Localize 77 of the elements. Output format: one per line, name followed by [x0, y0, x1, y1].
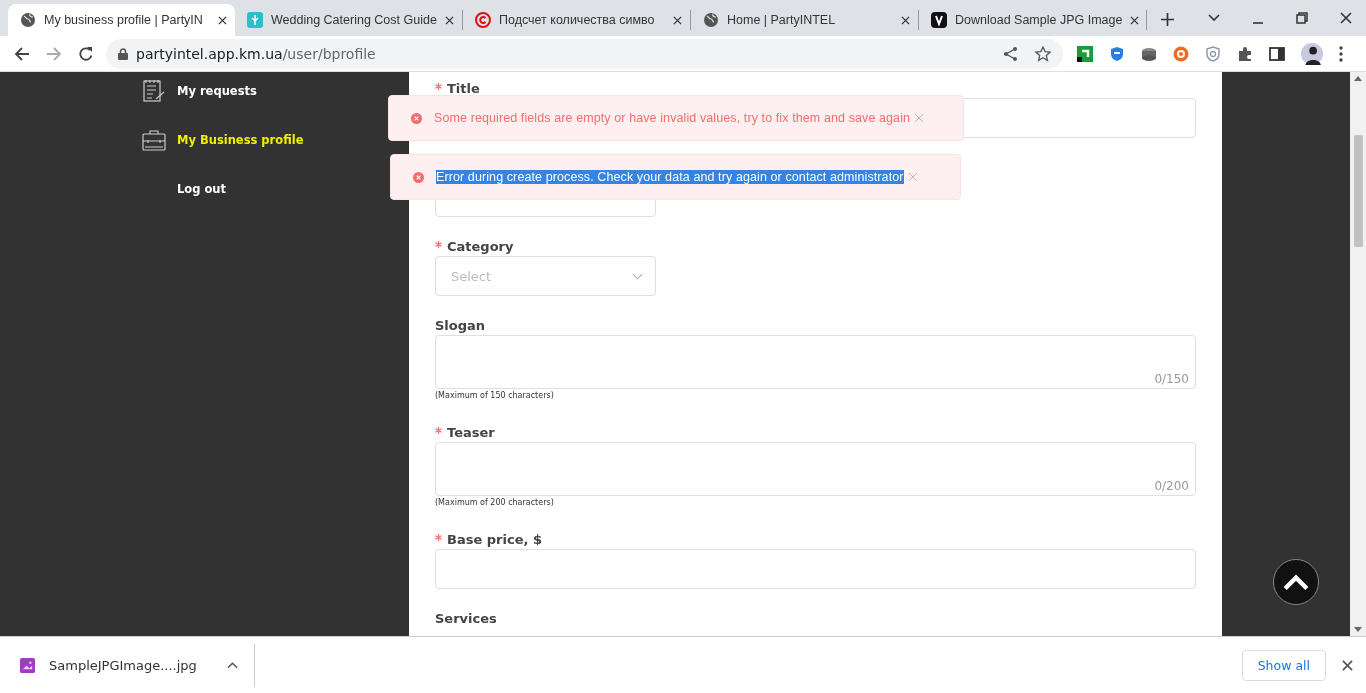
image-file-icon — [20, 657, 35, 673]
more-icon[interactable] — [1339, 45, 1343, 62]
character-counter: 0/200 — [1154, 479, 1189, 493]
field-label: Slogan — [435, 317, 486, 333]
sidebar-item[interactable]: Log out — [142, 174, 227, 203]
tab-title: Подсчет количества симво — [499, 13, 656, 27]
browser-tab[interactable]: My business profile | PartyIN — [8, 4, 235, 36]
download-item[interactable]: SampleJPGImage....jpg — [0, 657, 254, 673]
field-label: Category — [447, 238, 514, 254]
field-label: Title — [447, 80, 480, 96]
globe-icon — [20, 12, 36, 28]
scroll-to-top-button[interactable] — [1273, 559, 1319, 605]
back-arrow-icon[interactable] — [14, 45, 30, 62]
field-label: Services — [435, 610, 497, 626]
close-icon[interactable] — [445, 15, 454, 25]
shield-icon[interactable] — [1205, 45, 1221, 62]
scrollbar[interactable] — [1350, 72, 1366, 636]
restore-icon[interactable] — [1296, 12, 1308, 24]
required-asterisk-icon — [435, 533, 442, 541]
error-message: Error during create process. Check your data and try again or contact administrator — [436, 170, 904, 184]
lock-icon — [118, 47, 128, 60]
sidebar-icon[interactable] — [1269, 45, 1285, 62]
required-asterisk-icon — [435, 426, 442, 434]
layers-icon[interactable] — [1141, 45, 1157, 62]
caret-up-icon[interactable] — [226, 661, 238, 669]
error-icon — [411, 112, 422, 124]
puzzle-icon[interactable] — [1237, 45, 1253, 62]
star-icon[interactable] — [1035, 45, 1051, 62]
plus-icon[interactable] — [1161, 13, 1174, 26]
tab-title: Wedding Catering Cost Guide — [271, 13, 437, 27]
required-asterisk-icon — [435, 82, 442, 90]
scroll-down-icon[interactable] — [1354, 627, 1362, 632]
close-icon[interactable] — [1130, 15, 1140, 25]
scrollbar-thumb[interactable] — [1353, 135, 1363, 247]
address-bar[interactable]: partyintel.app.km.ua/user/bprofile — [106, 38, 1063, 69]
tab-title: My business profile | PartyIN — [44, 13, 204, 27]
text-field[interactable] — [435, 549, 1196, 589]
tab-title: Download Sample JPG Image — [955, 13, 1123, 27]
character-counter: 0/150 — [1154, 372, 1189, 386]
extension-icon[interactable] — [1077, 45, 1093, 62]
close-icon[interactable] — [673, 15, 682, 25]
briefcase-icon — [142, 127, 166, 152]
shield-icon[interactable] — [1109, 45, 1125, 62]
leaf-icon — [247, 12, 263, 28]
scroll-up-icon[interactable] — [1354, 76, 1362, 81]
chevron-down-icon[interactable] — [1208, 12, 1220, 24]
letter-v-icon — [931, 12, 947, 28]
error-message: Some required fields are empty or have invalid values, try to fix them and save again — [434, 111, 911, 125]
browser-tab[interactable]: Подсчет количества симво — [463, 4, 690, 36]
browser-tab[interactable]: Home | PartyINTEL — [691, 4, 918, 36]
required-asterisk-icon — [435, 240, 442, 248]
copyright-icon — [475, 12, 491, 28]
chevron-down-icon — [632, 272, 643, 280]
tab-title: Home | PartyINTEL — [727, 13, 837, 27]
close-icon[interactable] — [1342, 659, 1353, 671]
close-icon[interactable] — [1340, 12, 1352, 24]
browser-tab[interactable]: Download Sample JPG Image — [919, 4, 1146, 36]
file-name: SampleJPGImage....jpg — [49, 657, 197, 673]
notepad-icon — [142, 78, 166, 103]
field-hint: (Maximum of 150 characters) — [435, 391, 555, 402]
globe-icon — [703, 12, 719, 28]
lifebuoy-icon[interactable] — [1173, 45, 1189, 62]
field-label: Teaser — [447, 424, 495, 440]
close-icon[interactable] — [901, 15, 910, 25]
sidebar-item[interactable]: My requests — [142, 76, 257, 105]
share-icon[interactable] — [1003, 45, 1019, 62]
field-label: Base price, $ — [447, 531, 542, 547]
error-icon — [413, 171, 424, 183]
sidebar-item[interactable]: My Business profile — [142, 125, 304, 154]
close-icon[interactable] — [218, 15, 227, 25]
reload-icon[interactable] — [78, 45, 94, 62]
avatar-icon[interactable] — [1301, 42, 1323, 65]
url-text: partyintel.app.km.ua/user/bprofile — [136, 45, 376, 62]
show-all-button[interactable]: Show all — [1241, 649, 1326, 681]
field-hint: (Maximum of 200 characters) — [435, 498, 555, 509]
browser-tab[interactable]: Wedding Catering Cost Guide — [235, 4, 462, 36]
chevron-up-icon — [1283, 573, 1309, 591]
